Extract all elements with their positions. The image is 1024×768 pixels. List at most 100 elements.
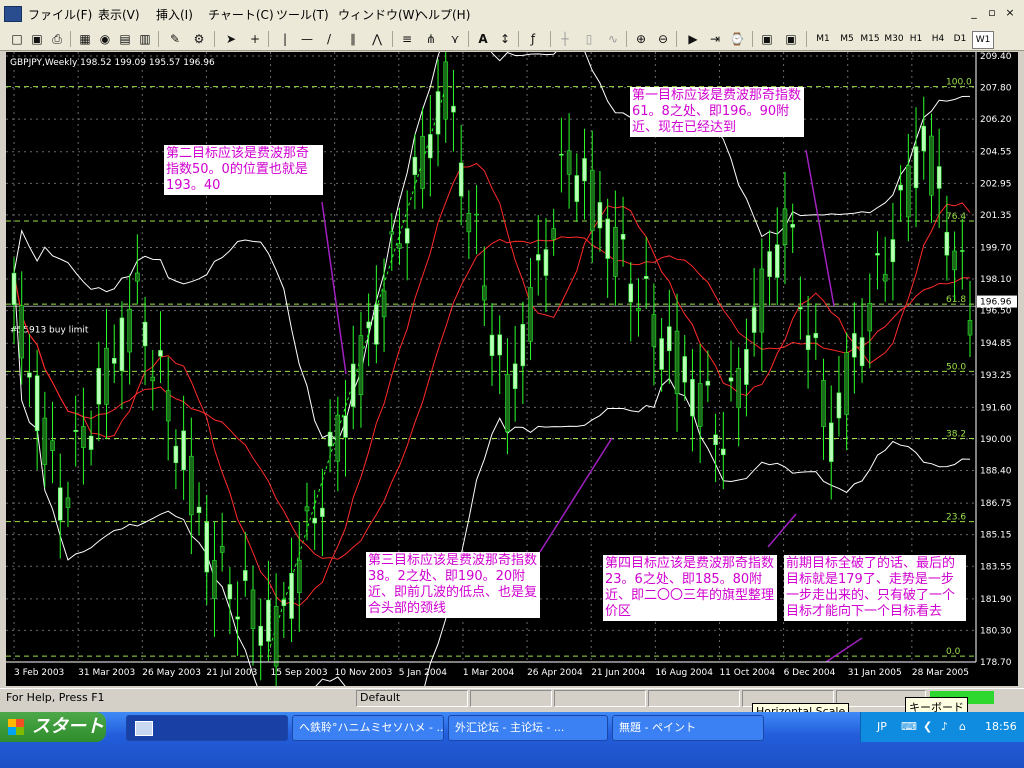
price-tick-label: 186.75 <box>980 499 1012 509</box>
new-file-icon[interactable]: □ <box>8 30 26 48</box>
candle-body <box>589 169 595 232</box>
candle-body <box>921 125 926 152</box>
candle-body <box>551 228 556 240</box>
taskbar-task-1[interactable]: へ鉄聆°ハニムミセソハメ - ... <box>292 715 444 741</box>
candle-body <box>27 372 32 378</box>
network-icon[interactable]: ⌂ <box>959 720 966 733</box>
candle-body <box>828 422 834 462</box>
text-tool-icon[interactable]: A <box>474 30 492 48</box>
zoom-out-icon[interactable]: ⊖ <box>654 30 672 48</box>
price-tick-label: 201.35 <box>980 211 1012 221</box>
zoom-in-icon[interactable]: ⊕ <box>632 30 650 48</box>
navigator-icon[interactable]: ◉ <box>96 30 114 48</box>
timeframe-m1[interactable]: M1 <box>812 31 834 47</box>
toolbar-separator <box>468 31 469 47</box>
line-chart-icon[interactable]: ∿ <box>604 30 622 48</box>
indicator-icon[interactable]: ƒ <box>524 30 542 48</box>
candle-body <box>142 321 148 347</box>
print-icon[interactable]: ⎙ <box>48 30 66 48</box>
candle-body <box>158 350 163 357</box>
timeframe-h4[interactable]: H4 <box>928 31 948 47</box>
menu-file[interactable]: ファイル(F) <box>28 6 92 23</box>
date-tick-label: 21 Jul 2003 <box>206 668 257 678</box>
note-final-target[interactable]: 前期目标全破了的话、最后的目标就是179了、走势是一步一步走出来的、只有破了一个… <box>784 555 966 621</box>
taskbar: スタート へ鉄聆°ハニムミセソハメ - ... 外汇论坛 - 主论坛 - ...… <box>0 712 1024 768</box>
terminal-icon[interactable]: ▤ <box>116 30 134 48</box>
menu-insert[interactable]: 挿入(I) <box>156 6 193 23</box>
horizontal-line-icon[interactable]: — <box>298 30 316 48</box>
candle-body <box>73 429 78 432</box>
taskbar-task-2[interactable]: 外汇论坛 - 主论坛 - ... <box>448 715 608 741</box>
candle-body <box>821 380 826 427</box>
note-fourth-target[interactable]: 第四目标应该是费波那奇指数23。6之处、即185。80附近、即二〇〇三年的旗型整… <box>603 555 777 621</box>
note-second-target[interactable]: 第二目标应该是费波那奇指数50。0的位置也就是193。40 <box>164 145 323 195</box>
candle-body <box>574 175 580 202</box>
timeframe-m5[interactable]: M5 <box>836 31 858 47</box>
chart-window[interactable]: 100.0 76.4 61.8 50.0 38.2 23.6 0.0 #55913 buy l… <box>6 52 1018 686</box>
close-button[interactable]: × <box>1002 6 1018 20</box>
channel-icon[interactable]: ∥ <box>344 30 362 48</box>
chart-shift-icon[interactable]: ⇥ <box>706 30 724 48</box>
bar-chart-icon[interactable]: ┼ <box>556 30 574 48</box>
templates-icon[interactable]: ▣ <box>782 30 800 48</box>
status-cell <box>648 690 740 707</box>
taskbar-task-3[interactable]: 無題 - ペイント <box>612 715 764 741</box>
save-icon[interactable]: ▣ <box>28 30 46 48</box>
candle-body <box>111 358 117 364</box>
menu-window[interactable]: ウィンドウ(W) <box>338 6 419 23</box>
strategy-tester-icon[interactable]: ▥ <box>136 30 154 48</box>
start-button[interactable]: スタート <box>0 712 106 742</box>
cursor-icon[interactable]: ➤ <box>222 30 240 48</box>
candlestick-icon[interactable]: ▯ <box>580 30 598 48</box>
timeframe-w1[interactable]: W1 <box>972 31 994 49</box>
timeframe-d1[interactable]: D1 <box>950 31 970 47</box>
menu-tools[interactable]: ツール(T) <box>276 6 329 23</box>
market-watch-icon[interactable]: ▦ <box>76 30 94 48</box>
menu-help[interactable]: ヘルプ(H) <box>416 6 470 23</box>
candle-body <box>697 383 703 427</box>
price-tick-label: 193.25 <box>980 371 1012 381</box>
minimize-button[interactable]: _ <box>966 6 982 20</box>
candle-body <box>58 487 63 521</box>
toolbar-separator <box>268 31 269 47</box>
candle-body <box>505 374 510 433</box>
keyboard-icon[interactable]: ⌨ <box>901 720 917 733</box>
note-first-target[interactable]: 第一目标应该是费波那奇指数61。8之处、即196。90附近、现在已经达到 <box>630 87 804 137</box>
crosshair-icon[interactable]: + <box>246 30 264 48</box>
restore-button[interactable]: ▫ <box>984 6 1000 20</box>
taskbar-app-metatrader[interactable] <box>126 715 288 741</box>
candle-body <box>929 135 934 196</box>
timeframe-m30[interactable]: M30 <box>882 31 906 47</box>
menu-chart[interactable]: チャート(C) <box>208 6 274 23</box>
candle-body <box>543 249 549 276</box>
back-arrow-icon[interactable]: ❮ <box>923 720 932 733</box>
timeframe-m15[interactable]: M15 <box>858 31 882 47</box>
language-indicator[interactable]: JP <box>877 720 887 733</box>
candle-body <box>960 250 965 252</box>
arrow-tool-icon[interactable]: ↕ <box>496 30 514 48</box>
gann-fan-icon[interactable]: ⋀ <box>368 30 386 48</box>
note-pointer-line <box>805 149 835 307</box>
menu-view[interactable]: 表示(V) <box>98 6 140 23</box>
indicators-window-icon[interactable]: ▣ <box>758 30 776 48</box>
new-order-icon[interactable]: ✎ <box>166 30 184 48</box>
expert-advisor-icon[interactable]: ⚙ <box>190 30 208 48</box>
fibonacci-icon[interactable]: ≡ <box>398 30 416 48</box>
candle-body <box>721 448 726 456</box>
candle-body <box>50 440 55 451</box>
andrews-pitchfork-icon[interactable]: ⋔ <box>422 30 440 48</box>
vertical-line-icon[interactable]: | <box>276 30 294 48</box>
periods-icon[interactable]: ⌚ <box>728 30 746 48</box>
candle-body <box>297 559 302 593</box>
windows-logo-icon <box>8 719 24 735</box>
note-third-target[interactable]: 第三目标应该是费波那奇指数38。2之处、即190。20附近、即前几波的低点、也是… <box>366 552 540 618</box>
price-tick-label: 181.90 <box>980 595 1012 605</box>
candle-body <box>119 317 125 372</box>
date-tick-label: 31 Jan 2005 <box>848 668 902 678</box>
fibonacci-fan-icon[interactable]: ⋎ <box>446 30 464 48</box>
autoscroll-icon[interactable]: ▶ <box>684 30 702 48</box>
candle-body <box>790 224 795 228</box>
volume-icon[interactable]: ♪ <box>941 720 948 733</box>
timeframe-h1[interactable]: H1 <box>906 31 926 47</box>
trendline-icon[interactable]: / <box>320 30 338 48</box>
